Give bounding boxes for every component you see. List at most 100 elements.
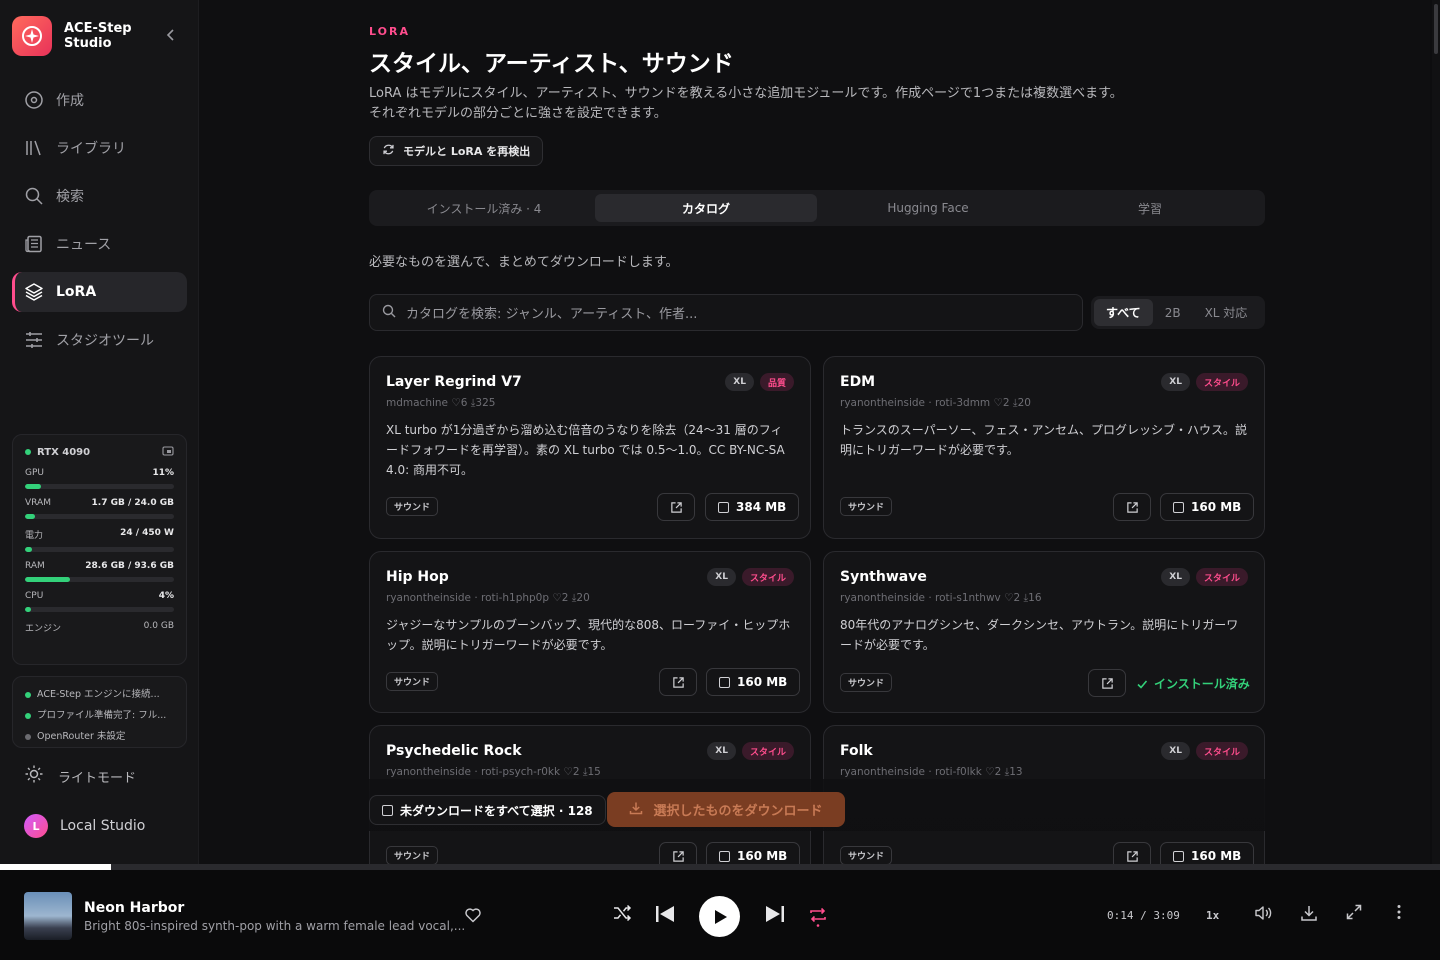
open-external-button[interactable] — [657, 493, 695, 521]
checkbox[interactable] — [1173, 850, 1184, 862]
volume-icon[interactable] — [1253, 903, 1273, 923]
sidebar: ACE-Step Studio 作成 ライブラリ 検索 ニュース LoRA スタ… — [0, 0, 199, 864]
metric-value: 0.0 GB — [143, 621, 174, 631]
badge-category: スタイル — [741, 568, 794, 586]
tab-installed[interactable]: インストール済み · 4 — [373, 194, 595, 222]
brand[interactable]: ACE-Step Studio — [12, 16, 144, 56]
check-icon — [1137, 679, 1148, 689]
tab-hugging-face[interactable]: Hugging Face — [817, 194, 1039, 222]
open-external-button[interactable] — [1113, 842, 1151, 864]
shuffle-icon[interactable] — [612, 903, 632, 923]
metric-value: 24 / 450 W — [120, 528, 174, 538]
download-icon[interactable] — [1299, 903, 1319, 923]
badge-xl: XL — [1161, 568, 1190, 586]
badge-xl: XL — [725, 373, 754, 391]
sidebar-item-label: LoRA — [56, 284, 97, 300]
catalog-hint: 必要なものを選んで、まとめてダウンロードします。 — [369, 255, 679, 270]
download-select-button[interactable]: 160 MB — [1160, 842, 1255, 864]
lora-meta: mdmachine ♡6 ⤓325 — [386, 397, 496, 409]
page-scrollbar[interactable] — [1432, 0, 1440, 864]
heart-icon[interactable] — [464, 906, 482, 928]
collapse-sidebar-icon[interactable] — [163, 27, 179, 43]
external-link-icon — [670, 501, 682, 513]
badge-xl: XL — [707, 568, 736, 586]
metric-label: 電力 — [25, 531, 44, 541]
download-select-button[interactable]: 160 MB — [1160, 493, 1255, 521]
select-all-label: 未ダウンロードをすべて選択 · 128 — [400, 803, 593, 818]
next-track-icon[interactable] — [764, 903, 786, 925]
lora-badges: XL スタイル — [1155, 568, 1248, 586]
tab-training[interactable]: 学習 — [1039, 194, 1261, 222]
metric-value: 1.7 GB / 24.0 GB — [91, 498, 174, 508]
filter-2b[interactable]: 2B — [1153, 299, 1193, 326]
previous-track-icon[interactable] — [654, 903, 676, 925]
sidebar-item-lora[interactable]: LoRA — [12, 272, 187, 312]
expand-panel-icon[interactable] — [162, 445, 174, 460]
gpu-name-row: RTX 4090 — [25, 447, 90, 458]
player-bar: Neon Harbor Bright 80s-inspired synth-po… — [0, 870, 1440, 960]
metric-value: 28.6 GB / 93.6 GB — [85, 561, 174, 571]
repeat-icon[interactable] — [808, 903, 828, 927]
app-root: ACE-Step Studio 作成 ライブラリ 検索 ニュース LoRA スタ… — [0, 0, 1440, 960]
lora-card: Synthwave ryanontheinside · roti-s1nthwv… — [823, 551, 1265, 713]
sidebar-item-studio-tools[interactable]: スタジオツール — [12, 320, 187, 360]
tag-sound: サウンド — [386, 497, 439, 516]
sidebar-item-label: ライブラリ — [56, 141, 126, 157]
checkbox[interactable] — [719, 676, 730, 688]
metric-bar-fill — [25, 577, 70, 582]
download-select-button[interactable]: 160 MB — [706, 842, 801, 864]
expand-icon[interactable] — [1345, 903, 1363, 921]
rescan-button[interactable]: モデルと LoRA を再検出 — [369, 136, 544, 166]
open-external-button[interactable] — [659, 668, 697, 696]
track-cover-art[interactable] — [24, 892, 72, 940]
checkbox[interactable] — [718, 501, 729, 513]
metric-label: CPU — [25, 591, 44, 601]
status-dot — [25, 712, 31, 719]
badge-category: 品質 — [759, 373, 794, 391]
external-link-icon — [1101, 677, 1113, 689]
lora-name: Folk — [840, 743, 873, 759]
filter-xl[interactable]: XL 対応 — [1193, 299, 1260, 326]
select-all-button[interactable]: 未ダウンロードをすべて選択 · 128 — [369, 795, 606, 825]
status-text: ACE-Step エンジンに接続... — [37, 689, 160, 700]
metric-value: 11% — [152, 468, 174, 478]
metric-bar-fill — [25, 514, 36, 519]
more-options-icon[interactable] — [1390, 903, 1408, 921]
download-select-button[interactable]: 160 MB — [706, 668, 801, 696]
theme-toggle[interactable]: ライトモード — [24, 764, 136, 788]
filter-all[interactable]: すべて — [1094, 299, 1153, 326]
profile[interactable]: L Local Studio — [24, 814, 145, 838]
open-external-button[interactable] — [659, 842, 697, 864]
lora-name: EDM — [840, 374, 876, 390]
checkbox[interactable] — [1173, 501, 1184, 513]
open-external-button[interactable] — [1088, 669, 1126, 697]
metric-bar — [25, 514, 174, 519]
scrollbar-thumb[interactable] — [1434, 4, 1438, 54]
catalog-search-input[interactable]: カタログを検索: ジャンル、アーティスト、作者... — [369, 294, 1083, 331]
search-icon — [382, 304, 396, 322]
open-external-button[interactable] — [1113, 493, 1151, 521]
download-selected-button[interactable]: 選択したものをダウンロード — [607, 792, 845, 827]
connection-status-panel: ACE-Step エンジンに接続... プロファイル準備完了: フル... Op… — [12, 676, 187, 748]
metric-bar-fill — [25, 607, 31, 612]
playback-speed-button[interactable]: 1x — [1206, 909, 1219, 922]
download-select-button[interactable]: 384 MB — [705, 493, 800, 521]
lora-tabs: インストール済み · 4 カタログ Hugging Face 学習 — [369, 190, 1265, 226]
status-dot — [25, 448, 31, 455]
track-title: Neon Harbor — [84, 900, 185, 916]
lora-badges: XL スタイル — [701, 568, 794, 586]
metric-bar — [25, 547, 174, 552]
sidebar-item-library[interactable]: ライブラリ — [12, 128, 187, 168]
tab-catalog[interactable]: カタログ — [595, 194, 817, 222]
metric-bar-fill — [25, 484, 42, 489]
download-icon — [629, 801, 643, 819]
sidebar-item-create[interactable]: 作成 — [12, 80, 187, 120]
play-button[interactable] — [699, 896, 740, 937]
sidebar-item-search[interactable]: 検索 — [12, 176, 187, 216]
sidebar-item-news[interactable]: ニュース — [12, 224, 187, 264]
checkbox[interactable] — [719, 850, 730, 862]
checkbox[interactable] — [382, 804, 393, 816]
lora-description: XL turbo が1分過ぎから溜め込む倍音のうなりを除去（24〜31 層のフィ… — [386, 423, 785, 477]
status-text: プロファイル準備完了: フル... — [37, 710, 167, 721]
brand-name: ACE-Step Studio — [64, 21, 132, 51]
